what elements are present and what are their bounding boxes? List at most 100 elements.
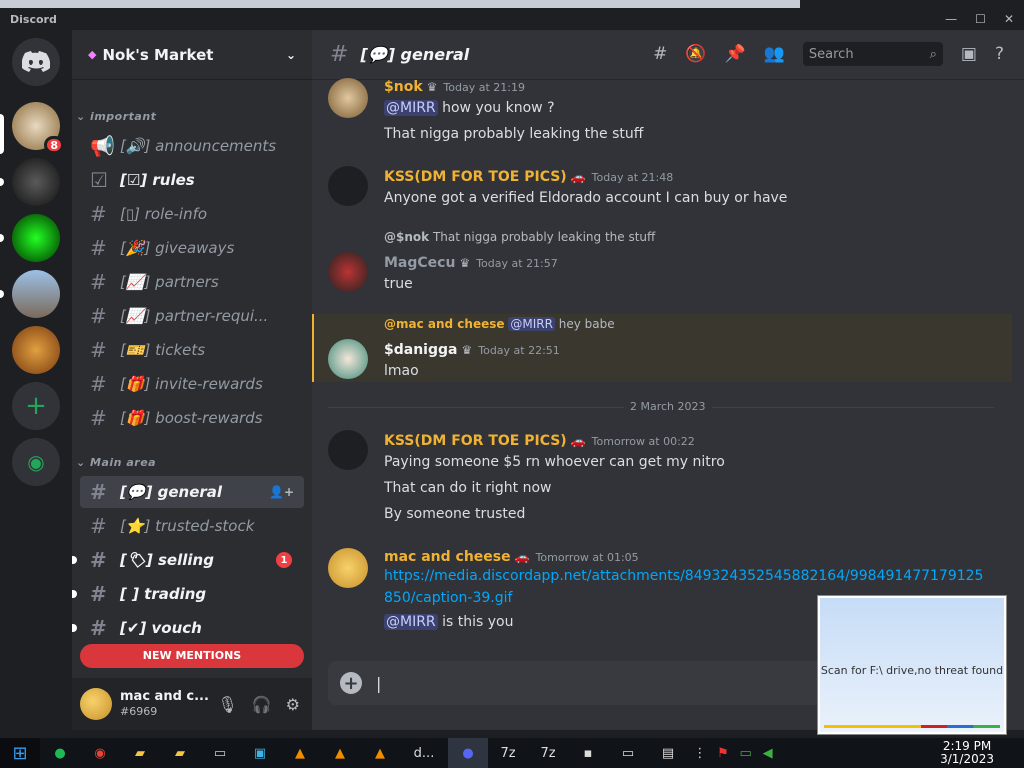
reply-preview[interactable]: @$nok That nigga probably leaking the st… bbox=[384, 230, 1008, 244]
channel-vouch[interactable]: # [✔] vouch bbox=[72, 612, 304, 644]
add-attachment-icon[interactable]: + bbox=[340, 672, 362, 694]
vlc-icon-2[interactable]: ▲ bbox=[320, 738, 360, 768]
channel-icon: [ ] bbox=[120, 585, 139, 603]
windows-start-icon[interactable]: ⊞ bbox=[0, 738, 40, 768]
maximize-icon[interactable]: ☐ bbox=[975, 12, 986, 26]
drive-icon[interactable]: ▭ bbox=[200, 738, 240, 768]
channel-role-info[interactable]: # [▯] role-info bbox=[80, 198, 304, 230]
gear-icon[interactable]: ⚙ bbox=[286, 695, 300, 714]
file-explorer-icon-2[interactable]: ▰ bbox=[160, 738, 200, 768]
discord-taskbar-icon[interactable]: ● bbox=[448, 738, 488, 768]
message-author[interactable]: KSS(DM FOR TOE PICS) bbox=[384, 169, 567, 185]
server-avatar-3[interactable] bbox=[12, 214, 60, 262]
channel-name: vouch bbox=[151, 619, 202, 637]
member-list-icon[interactable]: 👥 bbox=[764, 44, 785, 64]
help-icon[interactable]: ? bbox=[995, 44, 1004, 64]
microphone-icon[interactable]: 🎙 bbox=[217, 695, 237, 714]
app-icon[interactable]: ▣ bbox=[240, 738, 280, 768]
drive-icon-2[interactable]: ▤ bbox=[648, 738, 688, 768]
monitor-icon[interactable]: ▭ bbox=[608, 738, 648, 768]
unread-pill bbox=[0, 290, 4, 298]
minimize-icon[interactable]: — bbox=[945, 12, 957, 26]
close-icon[interactable]: ✕ bbox=[1004, 12, 1014, 26]
channel-partners[interactable]: # [📈] partners bbox=[80, 266, 304, 298]
inbox-icon[interactable]: ▣ bbox=[961, 44, 977, 64]
network-icon[interactable]: ▭ bbox=[740, 746, 752, 761]
7zip-icon[interactable]: 7z bbox=[488, 738, 528, 768]
channel-giveaways[interactable]: # [🎉] giveaways bbox=[80, 232, 304, 264]
message-author[interactable]: $danigga bbox=[384, 342, 457, 358]
new-mentions-button[interactable]: NEW MENTIONS bbox=[80, 644, 304, 668]
scan-notification[interactable]: Scan for F:\ drive,no threat found bbox=[818, 596, 1006, 734]
chevron-down-icon: ⌄ bbox=[285, 47, 296, 62]
volume-icon[interactable]: ◀ bbox=[763, 746, 773, 761]
unread-dot bbox=[72, 556, 77, 564]
invite-member-icon[interactable]: 👤+ bbox=[269, 485, 294, 499]
file-explorer-icon[interactable]: ▰ bbox=[120, 738, 160, 768]
timestamp: Tomorrow at 00:22 bbox=[591, 435, 695, 448]
headphones-icon[interactable]: 🎧 bbox=[252, 695, 272, 714]
channel-general[interactable]: # [💬] general 👤+ bbox=[80, 476, 304, 508]
channel-trusted-stock[interactable]: # [⭐] trusted-stock bbox=[80, 510, 304, 542]
category-main-area[interactable]: ⌄ Main area bbox=[76, 456, 156, 469]
avatar[interactable] bbox=[328, 166, 368, 206]
message-author[interactable]: KSS(DM FOR TOE PICS) bbox=[384, 433, 567, 449]
channel-invite-rewards[interactable]: # [🎁] invite-rewards bbox=[80, 368, 304, 400]
terminal-icon[interactable]: ▪ bbox=[568, 738, 608, 768]
add-server-icon[interactable]: + bbox=[12, 382, 60, 430]
user-mention[interactable]: @MIRR bbox=[384, 100, 438, 116]
avatar[interactable] bbox=[80, 688, 112, 720]
channel-announcements[interactable]: 📢 [🔊] announcements bbox=[80, 130, 304, 162]
channel-icon: [💬] bbox=[120, 483, 153, 501]
vlc-icon[interactable]: ▲ bbox=[280, 738, 320, 768]
server-avatar-1[interactable]: 8 bbox=[12, 102, 64, 154]
explore-servers-icon[interactable]: ◉ bbox=[12, 438, 60, 486]
user-mention[interactable]: @MIRR bbox=[384, 614, 438, 630]
server-avatar-4[interactable] bbox=[12, 270, 60, 318]
avatar[interactable] bbox=[328, 430, 368, 470]
vlc-icon-3[interactable]: ▲ bbox=[360, 738, 400, 768]
title-bar: Discord — ☐ ✕ bbox=[0, 0, 1024, 30]
channel-trading[interactable]: # [ ] trading bbox=[72, 578, 304, 610]
channel-name: role-info bbox=[144, 205, 208, 223]
message-author[interactable]: MagCecu bbox=[384, 255, 455, 271]
threads-icon[interactable]: # bbox=[653, 44, 667, 64]
avatar[interactable] bbox=[328, 339, 368, 379]
background-window-strip bbox=[0, 0, 800, 8]
avatar[interactable] bbox=[328, 78, 368, 118]
pin-icon[interactable]: 📌 bbox=[725, 44, 746, 64]
message-author[interactable]: $nok bbox=[384, 79, 423, 95]
badge-icon: 🚗 bbox=[570, 170, 586, 184]
channel-rules[interactable]: ☑ [☑] rules bbox=[80, 164, 304, 196]
7zip-icon-2[interactable]: 7z bbox=[528, 738, 568, 768]
avatar[interactable] bbox=[328, 252, 368, 292]
server-header[interactable]: ◆ Nok's Market ⌄ bbox=[72, 30, 312, 80]
message-author[interactable]: mac and cheese bbox=[384, 549, 511, 565]
taskbar-window-item[interactable]: d... bbox=[400, 738, 448, 768]
server-avatar-5[interactable] bbox=[12, 326, 60, 374]
overflow-icon[interactable]: ⋮ bbox=[693, 746, 706, 761]
clock[interactable]: 2:19 PM 3/1/2023 bbox=[940, 740, 994, 766]
channel-partner-requi[interactable]: # [📈] partner-requi... bbox=[80, 300, 304, 332]
unread-pill bbox=[0, 178, 4, 186]
attachment-link[interactable]: https://media.discordapp.net/attachments… bbox=[384, 565, 1008, 587]
mute-bell-icon[interactable]: 🔕 bbox=[685, 44, 706, 64]
date-divider: 2 March 2023 bbox=[328, 400, 994, 413]
category-label: important bbox=[90, 110, 157, 123]
chrome-icon[interactable]: ◉ bbox=[80, 738, 120, 768]
timestamp: Tomorrow at 01:05 bbox=[535, 551, 639, 564]
channel-sidebar: ◆ Nok's Market ⌄ ⌄ important 📢 [🔊] announ… bbox=[72, 30, 312, 730]
avatar[interactable] bbox=[328, 548, 368, 588]
channel-boost-rewards[interactable]: # [🎁] boost-rewards bbox=[80, 402, 304, 434]
spotify-icon[interactable]: ● bbox=[40, 738, 80, 768]
reply-preview[interactable]: @mac and cheese @MIRR hey babe bbox=[384, 317, 1008, 331]
flag-icon[interactable]: ⚑ bbox=[717, 746, 729, 761]
channel-tickets[interactable]: # [🎫] tickets bbox=[80, 334, 304, 366]
discord-home-icon[interactable] bbox=[12, 38, 60, 86]
channel-selling[interactable]: # [🏷] selling 1 bbox=[72, 544, 304, 576]
search-input[interactable]: Search ⌕ bbox=[802, 42, 943, 66]
category-important[interactable]: ⌄ important bbox=[76, 110, 156, 123]
server-avatar-2[interactable] bbox=[12, 158, 60, 206]
timestamp: Today at 22:51 bbox=[478, 344, 560, 357]
clock-date: 3/1/2023 bbox=[940, 752, 994, 766]
